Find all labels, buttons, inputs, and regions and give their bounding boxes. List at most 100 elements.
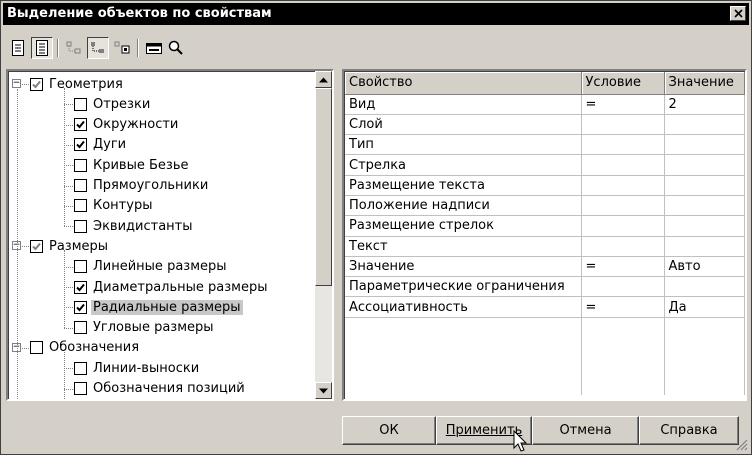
tree-node[interactable]: Дуги bbox=[74, 135, 128, 155]
property-cell[interactable]: Вид bbox=[345, 94, 582, 115]
tree-checkbox[interactable] bbox=[30, 341, 43, 355]
tree-vertical-scrollbar[interactable] bbox=[315, 71, 332, 399]
tree-node[interactable]: Обозначения позиций bbox=[74, 379, 247, 399]
condition-cell[interactable] bbox=[581, 276, 665, 298]
value-cell[interactable] bbox=[664, 114, 745, 136]
tree-node[interactable]: Линии-выноски bbox=[74, 358, 201, 378]
page-button[interactable] bbox=[7, 37, 29, 59]
tree-node[interactable]: Размеры bbox=[30, 236, 110, 256]
condition-cell[interactable] bbox=[581, 215, 665, 237]
value-cell[interactable]: Да bbox=[664, 296, 745, 318]
tree-checkbox[interactable] bbox=[74, 219, 87, 233]
page-lines-button[interactable] bbox=[31, 37, 53, 59]
table-row[interactable]: Параметрические ограничения bbox=[345, 276, 745, 298]
table-row[interactable]: Размещение текста bbox=[345, 175, 745, 196]
value-cell[interactable] bbox=[664, 195, 745, 217]
condition-cell[interactable] bbox=[581, 236, 665, 257]
tree-node[interactable]: Угловые размеры bbox=[74, 318, 216, 338]
tree-checkbox[interactable] bbox=[74, 158, 87, 172]
value-cell[interactable] bbox=[664, 215, 745, 237]
tree-select-button[interactable] bbox=[111, 37, 133, 59]
property-cell[interactable]: Значение bbox=[345, 256, 582, 278]
tree-checkbox[interactable] bbox=[74, 118, 87, 132]
tree-node[interactable]: Контуры bbox=[74, 196, 154, 216]
table-row[interactable]: Вид = 2 bbox=[345, 94, 745, 115]
close-button[interactable] bbox=[730, 6, 746, 21]
title-bar[interactable]: Выделение объектов по свойствам bbox=[3, 3, 749, 25]
tree-checkbox[interactable] bbox=[74, 321, 87, 335]
tree-checkbox[interactable] bbox=[74, 280, 87, 294]
tree-expander[interactable]: − bbox=[12, 79, 21, 88]
resize-grip-icon[interactable] bbox=[736, 439, 748, 451]
tree-checkbox[interactable] bbox=[30, 239, 43, 253]
property-cell[interactable]: Размещение текста bbox=[345, 175, 582, 196]
column-header-property[interactable]: Свойство bbox=[345, 72, 582, 95]
column-header-value[interactable]: Значение bbox=[664, 72, 745, 95]
condition-cell[interactable] bbox=[581, 175, 665, 196]
tree-collapse-button[interactable] bbox=[63, 37, 85, 59]
tree-node[interactable]: Эквидистанты bbox=[74, 216, 195, 236]
tree-checkbox[interactable] bbox=[74, 97, 87, 111]
ok-button[interactable]: ОК bbox=[342, 416, 436, 445]
condition-cell[interactable] bbox=[581, 195, 665, 217]
value-cell[interactable]: Авто bbox=[664, 256, 745, 278]
tree-node[interactable]: Прямоугольники bbox=[74, 176, 210, 196]
tree-checkbox[interactable] bbox=[74, 199, 87, 213]
property-cell[interactable]: Ассоциативность bbox=[345, 296, 582, 318]
tree-node[interactable]: Линейные размеры bbox=[74, 257, 229, 277]
property-cell[interactable]: Текст bbox=[345, 236, 582, 257]
tree-expand-button[interactable] bbox=[87, 37, 109, 59]
object-type-tree[interactable]: Геометрия − Отрезки Окружности Дуги Кривые Бе… bbox=[6, 69, 334, 401]
property-cell[interactable]: Тип bbox=[345, 134, 582, 156]
tree-node[interactable]: Геометрия bbox=[30, 74, 125, 94]
table-row[interactable]: Тип bbox=[345, 134, 745, 156]
scroll-up-button[interactable] bbox=[315, 71, 332, 88]
properties-grid[interactable]: Свойство Условие Значение Вид = 2 Слой Тип Ст… bbox=[342, 69, 747, 401]
tree-checkbox[interactable] bbox=[74, 361, 87, 375]
property-cell[interactable]: Параметрические ограничения bbox=[345, 276, 582, 298]
tree-node[interactable]: Обозначения bbox=[30, 338, 141, 358]
tree-checkbox[interactable] bbox=[74, 260, 87, 274]
value-cell[interactable]: 2 bbox=[664, 94, 745, 115]
tree-checkbox[interactable] bbox=[74, 138, 87, 152]
tree-node[interactable]: Диаметральные размеры bbox=[74, 277, 269, 297]
table-row[interactable]: Значение = Авто bbox=[345, 256, 745, 278]
tree-checkbox[interactable] bbox=[74, 382, 87, 395]
table-row[interactable]: Положение надписи bbox=[345, 195, 745, 217]
tree-checkbox[interactable] bbox=[74, 300, 87, 314]
tree-node[interactable]: Окружности bbox=[74, 115, 180, 135]
tree-node[interactable]: Радиальные размеры bbox=[74, 297, 243, 317]
scroll-down-button[interactable] bbox=[315, 382, 332, 399]
tree-checkbox[interactable] bbox=[74, 179, 87, 192]
condition-cell[interactable]: = bbox=[581, 256, 665, 278]
property-cell[interactable]: Слой bbox=[345, 114, 582, 136]
property-cell[interactable]: Размещение стрелок bbox=[345, 215, 582, 237]
property-cell[interactable]: Стрелка bbox=[345, 154, 582, 176]
value-cell[interactable] bbox=[664, 154, 745, 176]
tree-checkbox[interactable] bbox=[30, 77, 43, 91]
cancel-button[interactable]: Отмена bbox=[532, 416, 639, 445]
condition-cell[interactable]: = bbox=[581, 94, 665, 115]
tree-node[interactable]: Отрезки bbox=[74, 94, 152, 114]
value-cell[interactable] bbox=[664, 175, 745, 196]
tree-node[interactable]: Кривые Безье bbox=[74, 155, 190, 175]
table-row[interactable]: Текст bbox=[345, 236, 745, 257]
column-header-condition[interactable]: Условие bbox=[581, 72, 665, 95]
condition-cell[interactable] bbox=[581, 114, 665, 136]
property-cell[interactable]: Положение надписи bbox=[345, 195, 582, 217]
table-row[interactable]: Слой bbox=[345, 114, 745, 136]
condition-cell[interactable] bbox=[581, 134, 665, 156]
value-cell[interactable] bbox=[664, 134, 745, 156]
scroll-thumb[interactable] bbox=[315, 88, 332, 286]
table-row[interactable]: Стрелка bbox=[345, 154, 745, 176]
value-cell[interactable] bbox=[664, 236, 745, 257]
window-button[interactable] bbox=[143, 37, 165, 59]
help-button[interactable]: Справка bbox=[639, 416, 739, 445]
condition-cell[interactable]: = bbox=[581, 296, 665, 318]
table-row[interactable]: Размещение стрелок bbox=[345, 215, 745, 237]
table-row[interactable]: Ассоциативность = Да bbox=[345, 296, 745, 318]
value-cell[interactable] bbox=[664, 276, 745, 298]
zoom-button[interactable] bbox=[165, 37, 187, 59]
dialog-title: Выделение объектов по свойствам bbox=[7, 6, 272, 21]
condition-cell[interactable] bbox=[581, 154, 665, 176]
